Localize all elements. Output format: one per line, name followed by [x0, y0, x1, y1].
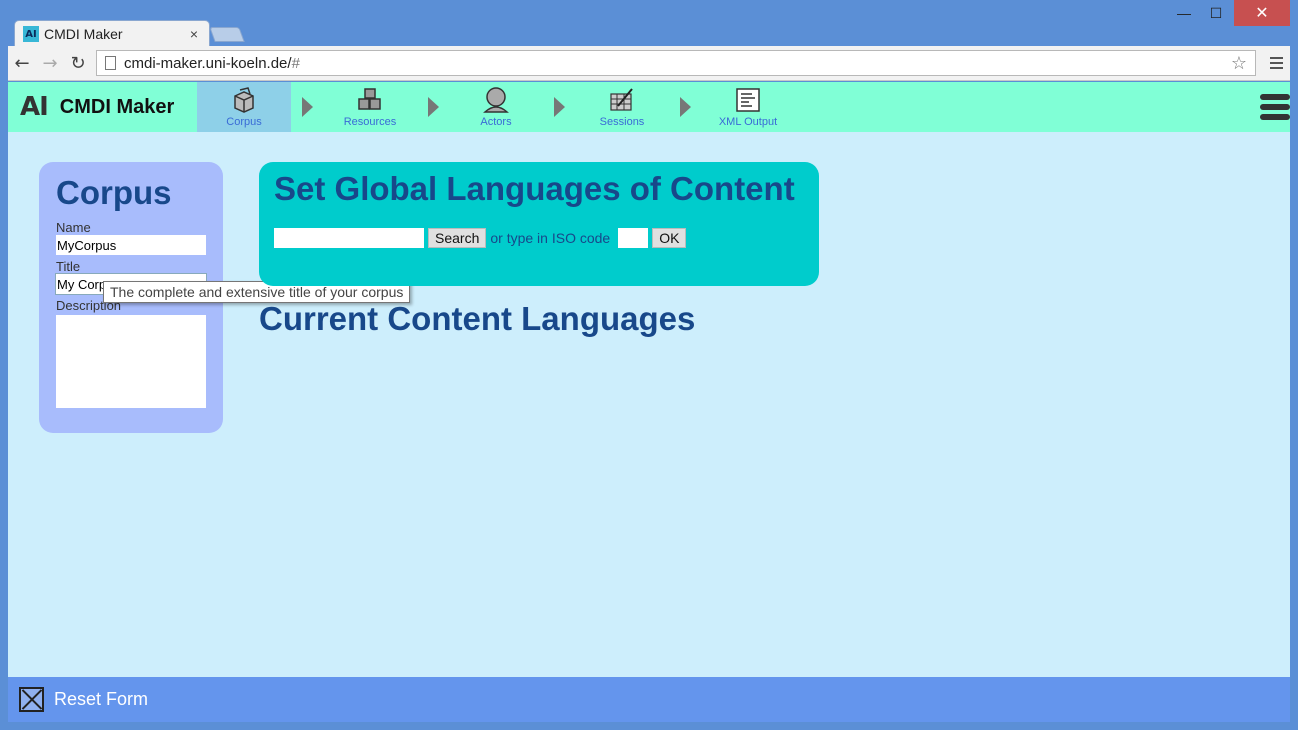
search-button[interactable]: Search — [428, 228, 487, 248]
url-hash: # — [291, 54, 300, 72]
url-main: cmdi-maker.uni-koeln.de/ — [124, 54, 292, 72]
workflow-arrow-icon — [543, 82, 575, 132]
sessions-edit-icon — [610, 88, 633, 111]
window-controls: — ☐ ✕ — [1168, 0, 1290, 26]
workflow-step-resources[interactable]: Resources — [323, 82, 417, 132]
ok-button[interactable]: OK — [652, 228, 687, 248]
language-search-row: Search or type in ISO code OK — [274, 228, 804, 248]
reset-x-icon — [19, 687, 44, 712]
languages-title: Set Global Languages of Content — [274, 170, 795, 207]
workflow-step-actors[interactable]: Actors — [449, 82, 543, 132]
workflow-step-sessions[interactable]: Sessions — [575, 82, 669, 132]
tab-close-icon[interactable]: × — [187, 26, 201, 42]
browser-window: AI CMDI Maker × — ☐ ✕ ← → ↻ cmdi-maker.u… — [0, 0, 1298, 730]
browser-menu-icon[interactable] — [1262, 57, 1290, 69]
bookmark-star-icon[interactable]: ☆ — [1231, 53, 1247, 74]
tab-title: CMDI Maker — [44, 26, 123, 42]
current-languages-title: Current Content Languages — [259, 300, 696, 337]
browser-tab[interactable]: AI CMDI Maker × — [14, 20, 210, 47]
address-bar[interactable]: cmdi-maker.uni-koeln.de/# ☆ — [96, 50, 1256, 76]
actor-person-icon — [483, 87, 509, 113]
app-topbar: AI CMDI Maker Corpus Resources Actors Se… — [8, 82, 1290, 132]
workflow-label: Corpus — [226, 116, 262, 128]
xml-document-icon — [736, 88, 760, 112]
workflow-arrow-icon — [669, 82, 701, 132]
page-icon — [105, 56, 116, 70]
workflow-label: Actors — [480, 116, 512, 128]
workflow-label: XML Output — [718, 116, 778, 128]
corpus-title: Corpus — [56, 174, 172, 211]
forward-button[interactable]: → — [36, 49, 64, 77]
workflow-step-corpus[interactable]: Corpus — [197, 82, 291, 132]
reset-form-button[interactable]: Reset Form — [8, 677, 1290, 722]
workflow-label: Resources — [343, 116, 397, 128]
browser-toolbar: ← → ↻ cmdi-maker.uni-koeln.de/# ☆ — [8, 46, 1290, 81]
global-languages-panel: Set Global Languages of Content Search o… — [259, 162, 819, 286]
workflow-arrow-icon — [291, 82, 323, 132]
workflow-label: Sessions — [599, 116, 645, 128]
title-label: Title — [56, 259, 81, 274]
maximize-button[interactable]: ☐ — [1200, 0, 1232, 26]
language-search-input[interactable] — [274, 228, 424, 248]
workflow-step-xml-output[interactable]: XML Output — [701, 82, 795, 132]
reload-button[interactable]: ↻ — [64, 49, 92, 77]
close-window-button[interactable]: ✕ — [1234, 0, 1290, 26]
resources-boxes-icon — [358, 88, 381, 110]
iso-code-input[interactable] — [618, 228, 649, 248]
iso-hint-text: or type in ISO code — [490, 230, 611, 246]
app-menu-icon[interactable] — [1260, 94, 1290, 120]
brand: AI CMDI Maker — [8, 82, 197, 132]
back-button[interactable]: ← — [8, 49, 36, 77]
reset-form-label: Reset Form — [54, 689, 149, 709]
corpus-description-textarea[interactable] — [56, 315, 206, 408]
new-tab-button[interactable] — [209, 27, 245, 42]
app-name: CMDI Maker — [59, 95, 175, 118]
app-favicon-icon: AI — [23, 26, 39, 42]
corpus-name-input[interactable] — [56, 235, 206, 255]
url-text: cmdi-maker.uni-koeln.de/# — [124, 55, 1231, 72]
workflow-arrow-icon — [417, 82, 449, 132]
name-label: Name — [56, 220, 91, 235]
app-logo-icon: AI — [20, 92, 49, 122]
corpus-box-icon — [234, 87, 254, 113]
app-container: AI CMDI Maker Corpus Resources Actors Se… — [8, 82, 1290, 722]
minimize-button[interactable]: — — [1168, 0, 1200, 26]
